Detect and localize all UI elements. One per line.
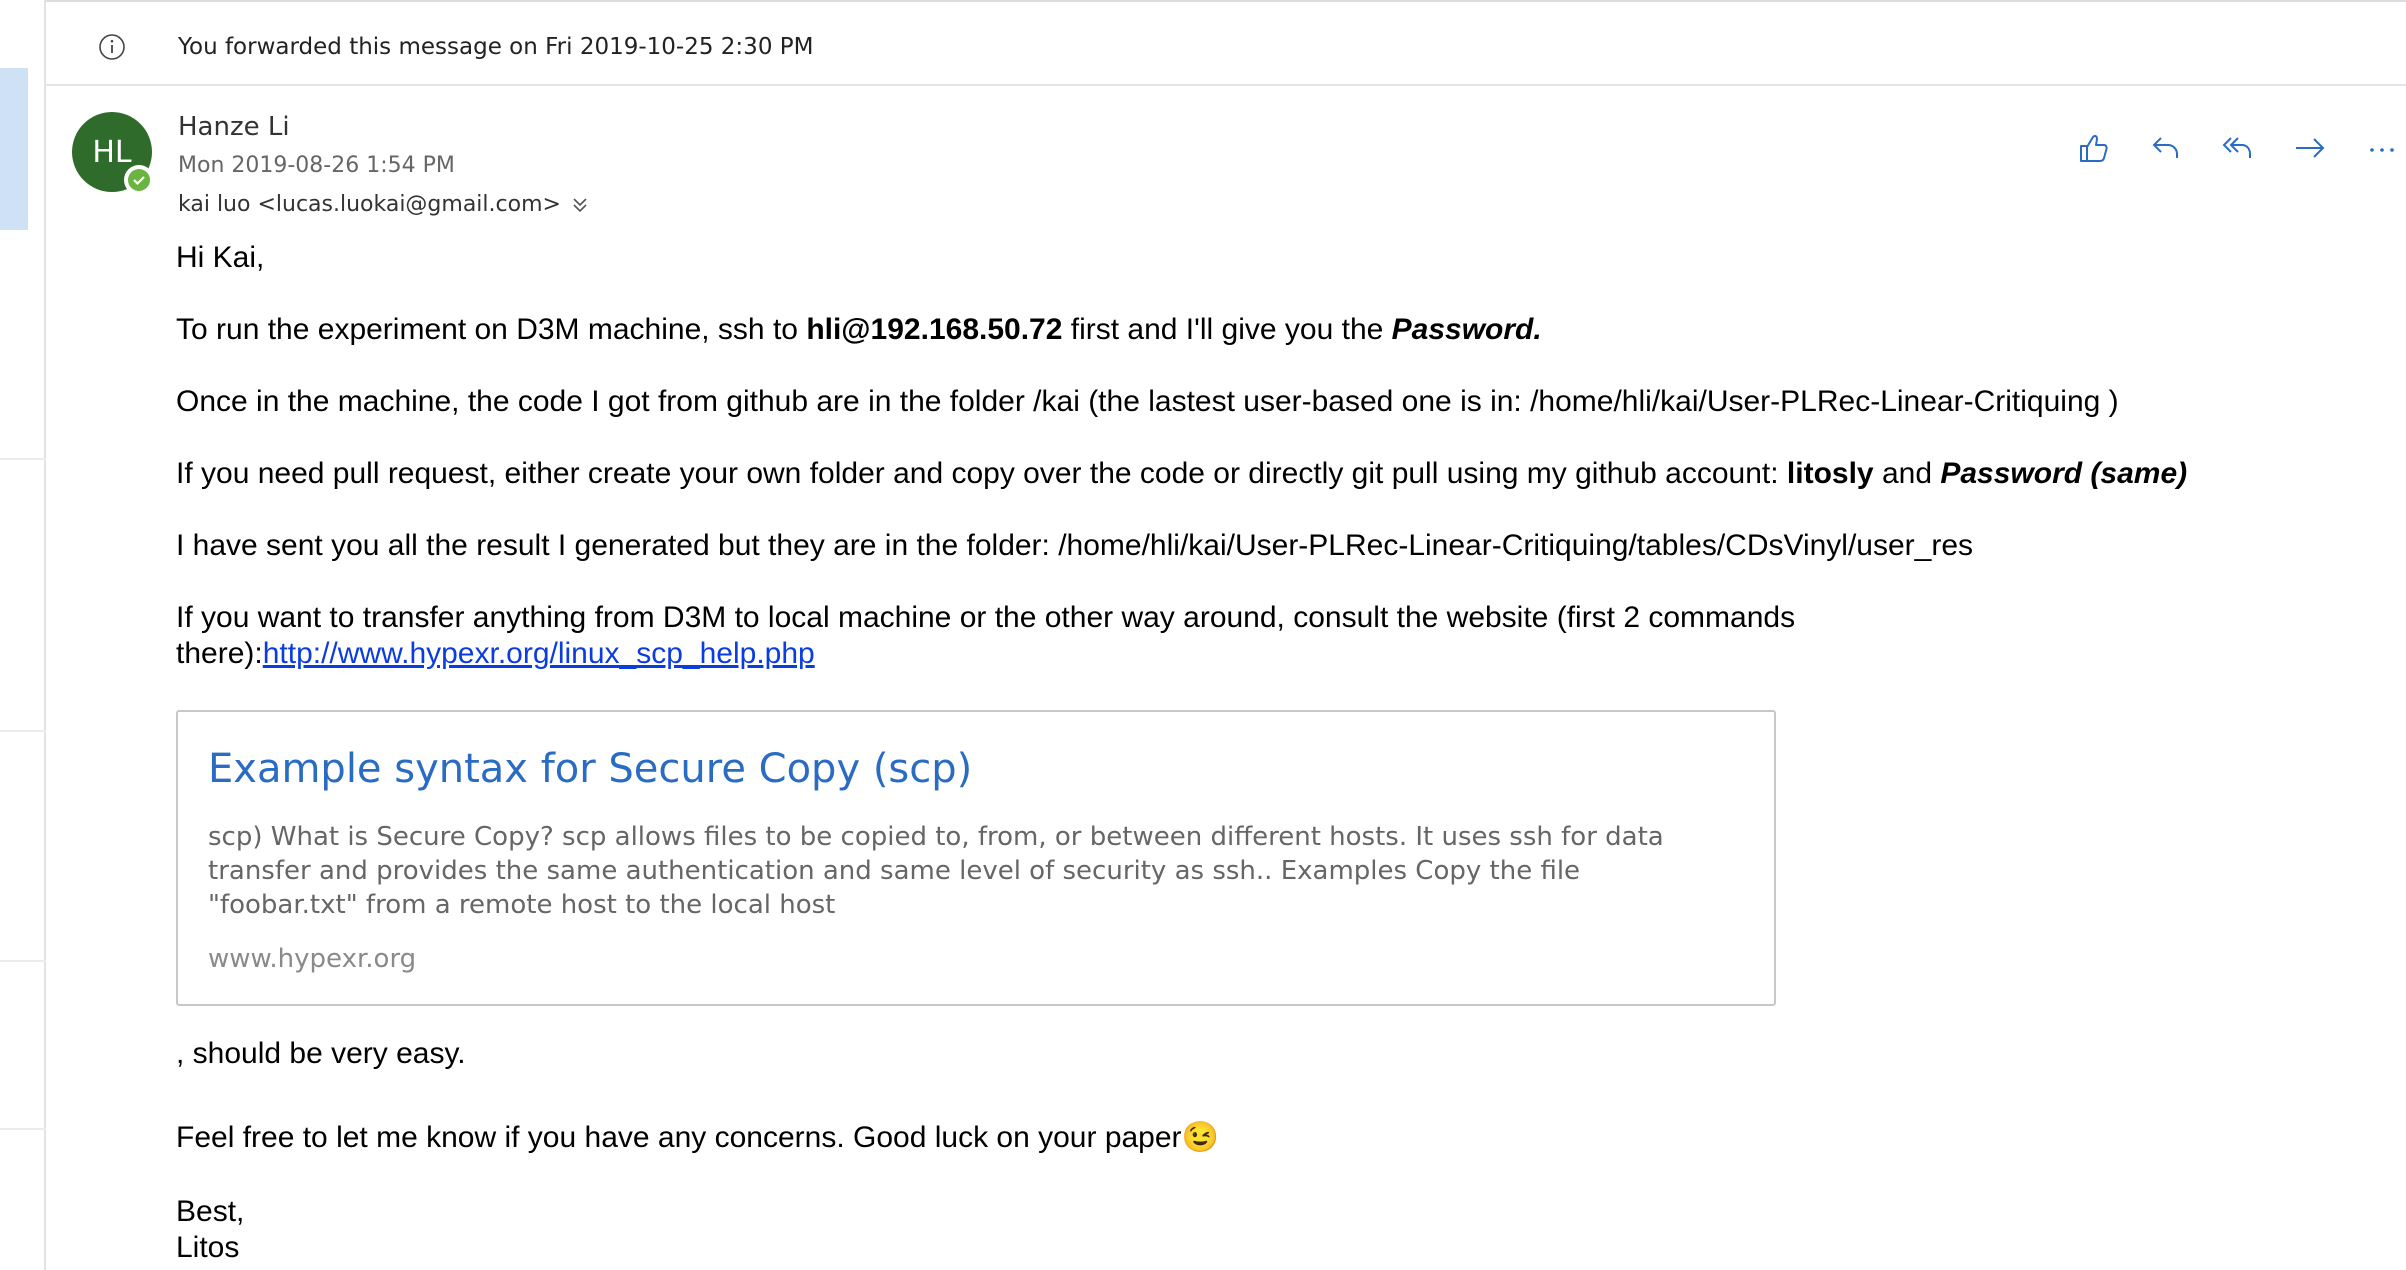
body-paragraph: I have sent you all the result I generat… [176,529,1974,562]
body-paragraph: there):http://www.hypexr.org/linux_scp_h… [176,637,815,670]
body-paragraph: If you want to transfer anything from D3… [176,601,1796,634]
email-window: You forwarded this message on Fri 2019-1… [0,0,2406,1270]
reply-all-icon [2222,137,2251,158]
body-paragraph: Once in the machine, the code I got from… [176,385,2119,418]
body-paragraph: Feel free to let me know if you have any… [176,1121,1219,1154]
forward-icon [2296,138,2325,158]
recipient-line: kai luo <lucas.luokai@gmail.com> [178,192,591,217]
sender-name[interactable]: Hanze Li [178,112,290,142]
message-actions [2076,130,2400,166]
body-paragraph: , should be very easy. [176,1037,466,1070]
more-actions-button[interactable] [2364,130,2400,166]
reply-icon [2152,137,2178,158]
reply-all-button[interactable] [2220,130,2256,166]
presence-available-icon [128,169,150,191]
wink-emoji-icon: 😉 [1181,1121,1219,1154]
chevron-double-down-icon[interactable] [569,194,591,216]
greeting: Hi Kai, [176,241,265,274]
list-divider [0,1128,46,1130]
info-icon [99,34,125,60]
sent-date: Mon 2019-08-26 1:54 PM [178,153,455,178]
link-preview-card[interactable]: Example syntax for Secure Copy (scp) scp… [176,710,1776,1006]
more-icon [2370,148,2394,152]
link-preview-host: www.hypexr.org [208,944,417,974]
link-preview-description: scp) What is Secure Copy? scp allows fil… [208,822,1664,920]
like-button[interactable] [2076,130,2112,166]
message-list-edge[interactable] [0,0,46,1270]
body-paragraph: To run the experiment on D3M machine, ss… [176,313,1542,346]
reply-button[interactable] [2148,130,2184,166]
body-paragraph: If you need pull request, either create … [176,457,2188,490]
signature-closing: Best, [176,1195,245,1228]
recipient[interactable]: kai luo <lucas.luokai@gmail.com> [178,192,561,217]
forward-notice-text: You forwarded this message on Fri 2019-1… [178,34,814,60]
signature-name: Litos [176,1231,240,1264]
presence-badge [124,165,154,195]
list-divider [0,730,46,732]
thumbs-up-icon [2080,134,2108,162]
link-preview-title[interactable]: Example syntax for Secure Copy (scp) [208,746,972,792]
forward-button[interactable] [2292,130,2328,166]
list-divider [0,960,46,962]
scp-help-link[interactable]: http://www.hypexr.org/linux_scp_help.php [263,637,815,670]
reading-pane: You forwarded this message on Fri 2019-1… [46,0,2406,1270]
forward-notice-bar: You forwarded this message on Fri 2019-1… [46,4,2406,86]
selected-message-indicator [0,68,28,230]
list-divider [0,458,46,460]
